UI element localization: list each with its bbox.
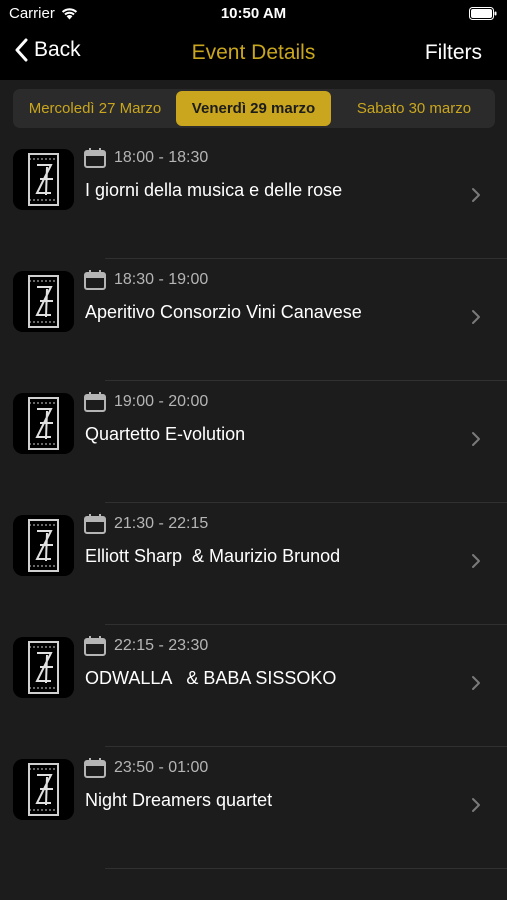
chevron-right-icon bbox=[472, 188, 480, 202]
calendar-icon bbox=[84, 148, 106, 168]
tab-mercoledi-27-marzo[interactable]: Mercoledì 27 Marzo bbox=[15, 91, 175, 126]
tab-sabato-30-marzo[interactable]: Sabato 30 marzo bbox=[335, 91, 493, 126]
event-time-row: 22:15 - 23:30 bbox=[84, 636, 208, 656]
event-time-row: 21:30 - 22:15 bbox=[84, 514, 208, 534]
event-row[interactable]: 21:30 - 22:15 Elliott Sharp & Maurizio B… bbox=[0, 503, 507, 625]
event-row[interactable]: 22:15 - 23:30 ODWALLA & BABA SISSOKO bbox=[0, 625, 507, 747]
calendar-icon bbox=[84, 514, 106, 534]
event-row[interactable]: 23:50 - 01:00 Night Dreamers quartet bbox=[0, 747, 507, 869]
navigation-bar: Back Event Details Filters bbox=[0, 28, 507, 80]
status-bar: Carrier 10:50 AM bbox=[0, 0, 507, 28]
chevron-right-icon bbox=[472, 676, 480, 690]
event-time: 23:50 - 01:00 bbox=[114, 759, 209, 776]
event-row[interactable]: 18:30 - 19:00 Aperitivo Consorzio Vini C… bbox=[0, 259, 507, 381]
event-time: 22:15 - 23:30 bbox=[114, 637, 209, 654]
event-row[interactable]: 18:00 - 18:30 I giorni della musica e de… bbox=[0, 137, 507, 259]
calendar-icon bbox=[84, 270, 106, 290]
jazz-logo-icon bbox=[13, 149, 74, 210]
event-title: Elliott Sharp & Maurizio Brunod bbox=[85, 546, 341, 566]
event-time-row: 19:00 - 20:00 bbox=[84, 392, 208, 412]
event-title: Quartetto E-volution bbox=[85, 424, 246, 444]
chevron-right-icon bbox=[472, 554, 480, 568]
event-time: 18:30 - 19:00 bbox=[114, 271, 209, 288]
event-title: I giorni della musica e delle rose bbox=[85, 180, 343, 200]
event-row[interactable]: 19:00 - 20:00 Quartetto E-volution bbox=[0, 381, 507, 503]
event-time: 19:00 - 20:00 bbox=[114, 393, 209, 410]
event-time: 18:00 - 18:30 bbox=[114, 149, 209, 166]
jazz-logo-icon bbox=[13, 637, 74, 698]
chevron-right-icon bbox=[472, 798, 480, 812]
event-title: Aperitivo Consorzio Vini Canavese bbox=[85, 302, 362, 322]
jazz-logo-icon bbox=[13, 271, 74, 332]
event-time: 21:30 - 22:15 bbox=[114, 515, 209, 532]
battery-icon bbox=[469, 7, 497, 20]
calendar-icon bbox=[84, 758, 106, 778]
jazz-logo-icon bbox=[13, 515, 74, 576]
event-title: Night Dreamers quartet bbox=[85, 790, 273, 810]
event-time-row: 18:30 - 19:00 bbox=[84, 270, 208, 290]
calendar-icon bbox=[84, 636, 106, 656]
jazz-logo-icon bbox=[13, 759, 74, 820]
chevron-right-icon bbox=[472, 432, 480, 446]
date-segmented-control: Mercoledì 27 Marzo Venerdì 29 marzo Saba… bbox=[13, 89, 495, 128]
event-list: 18:00 - 18:30 I giorni della musica e de… bbox=[0, 137, 507, 869]
calendar-icon bbox=[84, 392, 106, 412]
tab-venerdi-29-marzo[interactable]: Venerdì 29 marzo bbox=[176, 91, 331, 126]
status-time: 10:50 AM bbox=[220, 5, 287, 22]
filters-button[interactable]: Filters bbox=[425, 41, 482, 65]
event-time-row: 18:00 - 18:30 bbox=[84, 148, 208, 168]
jazz-logo-icon bbox=[13, 393, 74, 454]
event-time-row: 23:50 - 01:00 bbox=[84, 758, 208, 778]
event-title: ODWALLA & BABA SISSOKO bbox=[85, 668, 337, 688]
chevron-right-icon bbox=[472, 310, 480, 324]
